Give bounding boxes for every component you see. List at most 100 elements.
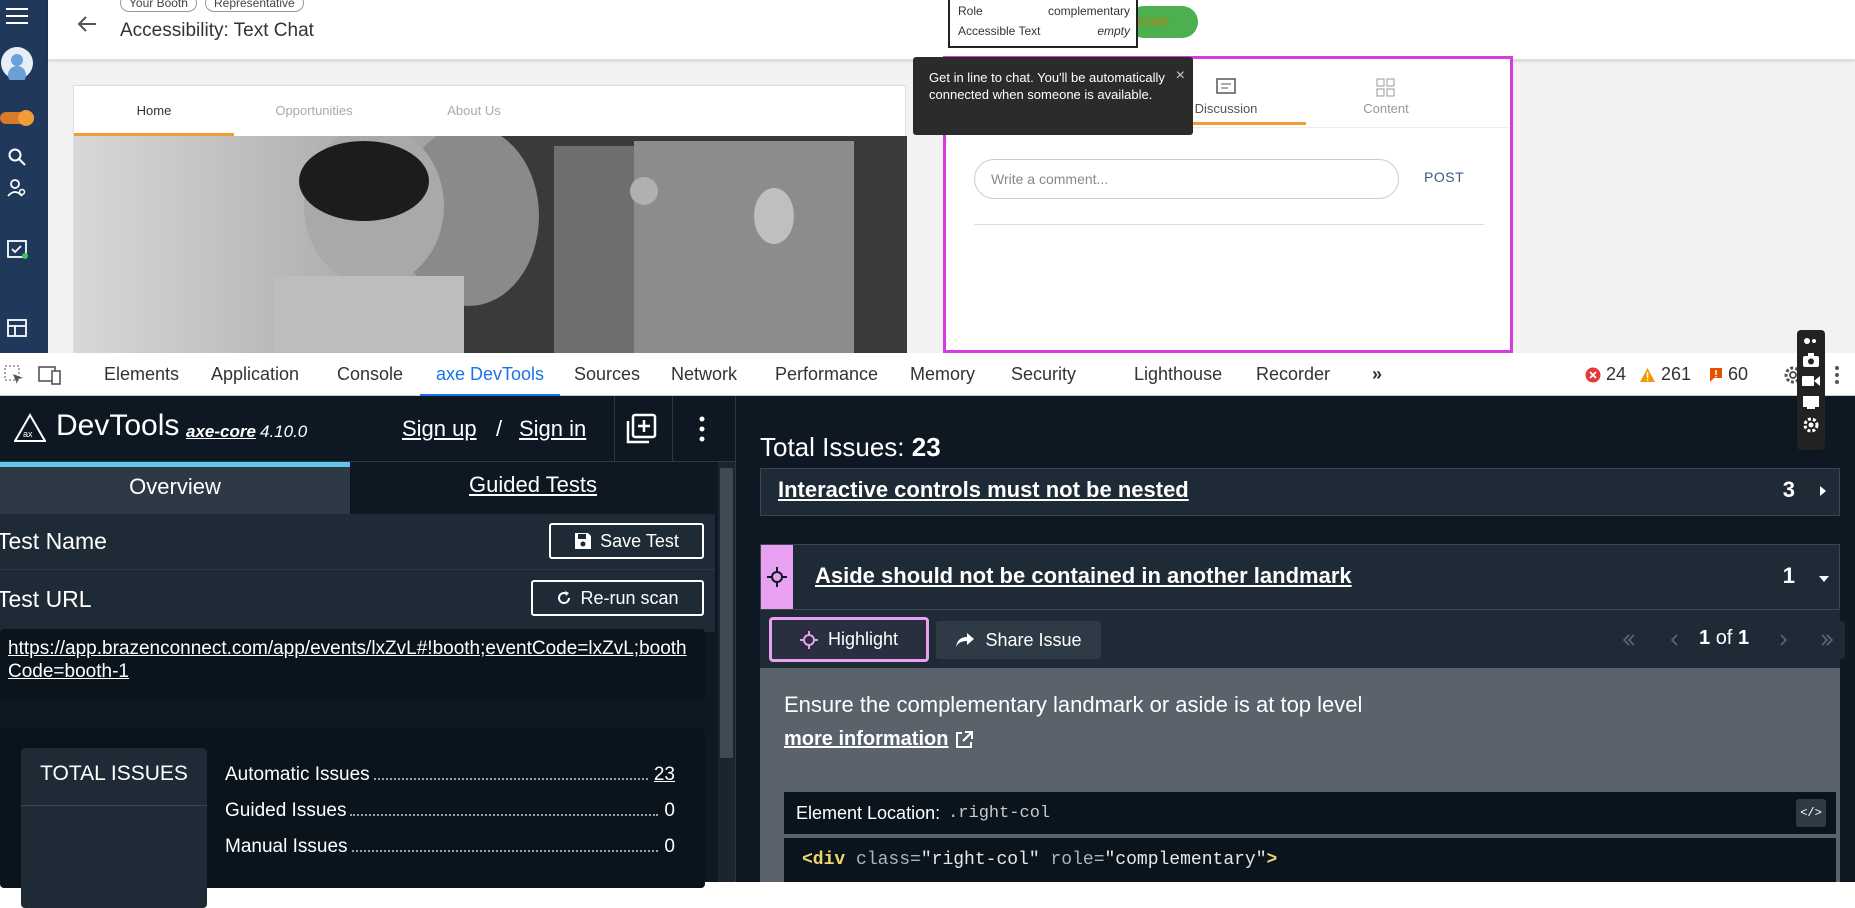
- sign-in-link[interactable]: Sign in: [519, 416, 586, 442]
- sign-up-link[interactable]: Sign up: [402, 416, 477, 442]
- more-information-link[interactable]: more information: [784, 728, 974, 751]
- summary-manual: Manual Issues 0: [225, 836, 675, 858]
- rerun-scan-label: Re-run scan: [580, 587, 679, 608]
- element-location-value: .right-col: [948, 803, 1051, 823]
- chat-button[interactable]: CHAT: [1128, 6, 1198, 38]
- axe-core-link[interactable]: axe-core: [186, 422, 256, 442]
- tab-lighthouse[interactable]: Lighthouse: [1134, 353, 1222, 396]
- app-left-rail: [0, 0, 48, 353]
- tab-performance[interactable]: Performance: [775, 353, 878, 396]
- caret-right-icon[interactable]: [1819, 485, 1827, 497]
- issue-title[interactable]: Aside should not be contained in another…: [815, 563, 1352, 589]
- more-tabs-button[interactable]: »: [1372, 353, 1382, 396]
- web-page: Your Booth Representative Accessibility:…: [0, 0, 1855, 353]
- calendar-check-icon[interactable]: [0, 234, 34, 262]
- next-page-button[interactable]: [1766, 621, 1802, 659]
- automatic-issues-link[interactable]: 23: [654, 764, 675, 786]
- caret-down-icon[interactable]: [1818, 575, 1830, 583]
- gear-icon[interactable]: [1802, 416, 1820, 434]
- people-search-icon[interactable]: [0, 174, 34, 202]
- last-page-button[interactable]: [1809, 621, 1845, 659]
- summary-value: 0: [664, 800, 675, 821]
- camera-icon[interactable]: [1802, 352, 1820, 368]
- pager-current: 1: [1699, 627, 1711, 649]
- close-icon[interactable]: ×: [1176, 67, 1185, 84]
- first-page-button[interactable]: [1611, 621, 1647, 659]
- tab-overview[interactable]: Overview: [0, 462, 350, 514]
- issues-count[interactable]: 60: [1709, 364, 1748, 385]
- tab-home[interactable]: Home: [74, 86, 234, 136]
- summary-guided: Guided Issues 0: [225, 800, 675, 822]
- booth-photo: [74, 136, 907, 353]
- tab-guided-tests[interactable]: Guided Tests: [351, 462, 715, 514]
- scrollbar[interactable]: [718, 462, 735, 882]
- tab-opportunities[interactable]: Opportunities: [234, 86, 394, 136]
- test-url-label: Test URL: [0, 586, 92, 612]
- axe-tabs: Overview Guided Tests: [0, 462, 715, 514]
- tab-security[interactable]: Security: [1011, 353, 1076, 396]
- back-arrow-icon[interactable]: [76, 12, 100, 36]
- scrollbar-thumb[interactable]: [720, 468, 733, 758]
- status-toggle-icon[interactable]: [0, 104, 34, 132]
- code-attr: role=: [1050, 850, 1105, 870]
- video-icon[interactable]: [1801, 374, 1821, 388]
- issue-flag-icon: [1710, 367, 1722, 382]
- summary-automatic: Automatic Issues 23: [225, 764, 675, 786]
- rerun-scan-button[interactable]: Re-run scan: [531, 580, 704, 616]
- tab-content-label: Content: [1363, 101, 1409, 116]
- tab-content[interactable]: Content: [1306, 77, 1466, 116]
- kebab-menu-icon[interactable]: [699, 416, 705, 442]
- tab-console[interactable]: Console: [337, 353, 403, 396]
- crosshair-icon: [799, 630, 818, 649]
- accessibility-popup: Role complementary Accessible Text empty: [948, 0, 1138, 48]
- screen-icon[interactable]: [1802, 394, 1820, 410]
- code-value: "complementary": [1104, 850, 1267, 870]
- issue-card-expanded[interactable]: Aside should not be contained in another…: [760, 544, 1840, 610]
- post-button[interactable]: POST: [1424, 169, 1464, 185]
- chip-representative: Representative: [205, 0, 304, 12]
- tab-about-us[interactable]: About Us: [394, 86, 554, 136]
- share-icon: [956, 633, 975, 647]
- issues-count-value: 60: [1728, 364, 1749, 384]
- grid-icon: [1376, 78, 1395, 97]
- tab-elements[interactable]: Elements: [104, 353, 179, 396]
- code-view-icon[interactable]: </>: [1796, 799, 1826, 827]
- test-name-label: Test Name: [0, 528, 107, 554]
- user-avatar[interactable]: [0, 46, 34, 80]
- divider: [614, 396, 615, 462]
- error-count[interactable]: 24: [1585, 364, 1626, 385]
- kebab-menu-icon[interactable]: [1834, 365, 1840, 385]
- new-test-icon[interactable]: [625, 413, 657, 445]
- prev-page-button[interactable]: [1656, 621, 1692, 659]
- role-label: Role: [958, 4, 983, 18]
- discussion-icon: [1216, 78, 1236, 94]
- tab-network[interactable]: Network: [671, 353, 737, 396]
- inspect-element-icon[interactable]: [4, 365, 24, 385]
- test-url-link[interactable]: https://app.brazenconnect.com/app/events…: [0, 629, 705, 701]
- save-test-button[interactable]: Save Test: [549, 523, 704, 559]
- issue-title[interactable]: Interactive controls must not be nested: [778, 477, 1189, 503]
- issue-card[interactable]: Interactive controls must not be nested …: [760, 468, 1840, 516]
- code-tag: <div: [802, 850, 846, 870]
- device-toolbar-icon[interactable]: [38, 365, 62, 385]
- share-issue-button[interactable]: Share Issue: [936, 621, 1101, 659]
- summary-value: 0: [664, 836, 675, 857]
- issue-count: 1: [1782, 563, 1795, 588]
- tab-memory[interactable]: Memory: [910, 353, 975, 396]
- issue-summary: TOTAL ISSUES Automatic Issues 23 Guided …: [0, 728, 705, 908]
- summary-label: Manual Issues: [225, 836, 348, 857]
- layout-icon[interactable]: [0, 314, 34, 342]
- devtools-toolbar: Elements Application Console axe DevTool…: [0, 353, 1855, 396]
- comment-input[interactable]: Write a comment...: [974, 159, 1399, 199]
- divider: [0, 569, 715, 570]
- chip-your-booth: Your Booth: [120, 0, 197, 12]
- warning-count[interactable]: 261: [1639, 364, 1691, 385]
- tab-application[interactable]: Application: [211, 353, 299, 396]
- element-source-code: <div class="right-col" role="complementa…: [784, 838, 1836, 882]
- tab-sources[interactable]: Sources: [574, 353, 640, 396]
- hamburger-menu-icon[interactable]: [0, 2, 34, 30]
- highlight-button[interactable]: Highlight: [769, 617, 929, 662]
- tab-axe-devtools[interactable]: axe DevTools: [420, 353, 561, 396]
- tab-recorder[interactable]: Recorder: [1256, 353, 1330, 396]
- search-icon[interactable]: [0, 143, 34, 171]
